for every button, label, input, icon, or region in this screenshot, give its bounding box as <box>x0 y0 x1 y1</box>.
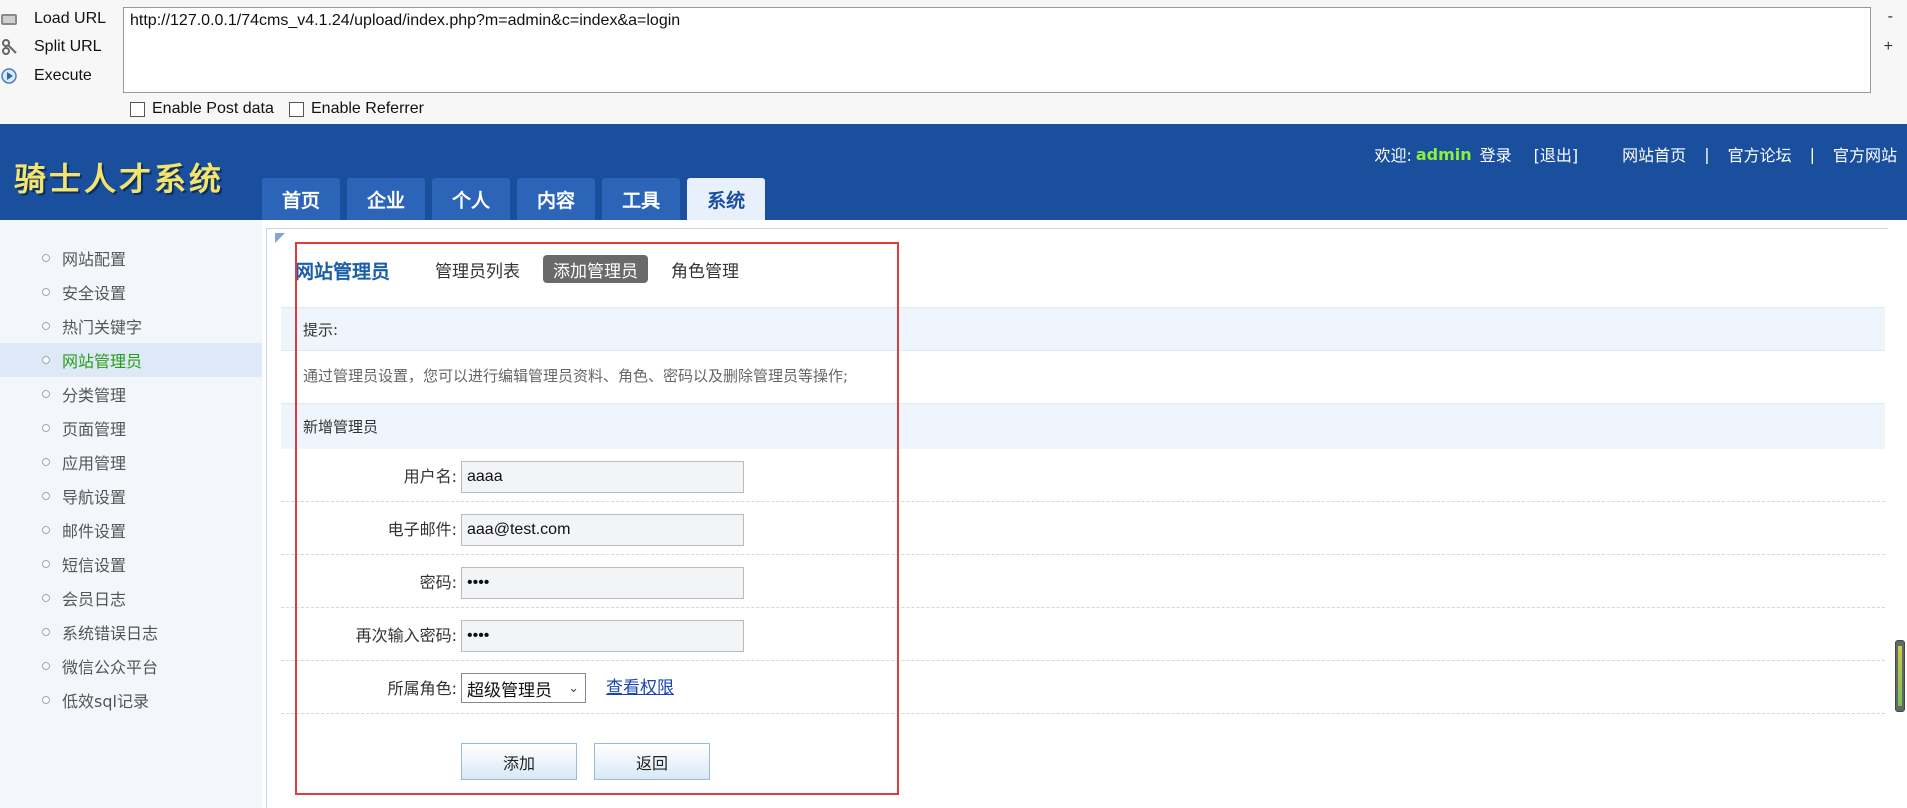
back-button[interactable]: 返回 <box>594 743 710 780</box>
sidebar-item-apps[interactable]: 应用管理 <box>0 445 262 479</box>
bullet-icon <box>42 560 50 568</box>
load-url-icon <box>0 10 18 28</box>
password-input[interactable] <box>461 567 744 599</box>
split-url-icon <box>0 38 18 56</box>
sidebar-item-email[interactable]: 邮件设置 <box>0 513 262 547</box>
logout-link[interactable]: [退出] <box>1534 142 1579 166</box>
official-site-link[interactable]: 官方网站 <box>1833 142 1897 166</box>
view-permissions-link[interactable]: 查看权限 <box>606 673 674 698</box>
sidebar-item-slow-sql[interactable]: 低效sql记录 <box>0 683 262 717</box>
main-content: 网站管理员 管理员列表 添加管理员 角色管理 提示: 通过管理员设置，您可以进行… <box>266 228 1888 808</box>
role-select[interactable]: 超级管理员 ⌄ <box>461 673 586 703</box>
bullet-icon <box>42 322 50 330</box>
bullet-icon <box>42 628 50 636</box>
site-home-link[interactable]: 网站首页 <box>1622 142 1686 166</box>
bullet-icon <box>42 526 50 534</box>
email-label: 电子邮件: <box>387 520 457 539</box>
bullet-icon <box>42 662 50 670</box>
corner-triangle-icon <box>275 233 285 243</box>
site-header: 骑士人才系统 欢迎: admin 登录 [退出] 网站首页 | 官方论坛 | 官… <box>0 124 1907 220</box>
tab-content[interactable]: 内容 <box>517 178 596 220</box>
tab-personal[interactable]: 个人 <box>432 178 511 220</box>
top-nav: 欢迎: admin 登录 [退出] 网站首页 | 官方论坛 | 官方网站 <box>1374 142 1897 166</box>
section-header: 新增管理员 <box>281 403 1885 449</box>
tab-system[interactable]: 系统 <box>687 178 766 220</box>
nav-separator: | <box>1809 144 1815 164</box>
sidebar-item-member-log[interactable]: 会员日志 <box>0 581 262 615</box>
tab-home[interactable]: 首页 <box>262 178 341 220</box>
welcome-text: 欢迎: <box>1374 146 1412 165</box>
bullet-icon <box>42 458 50 466</box>
split-url-button[interactable]: Split URL <box>0 33 115 61</box>
sidebar-item-security[interactable]: 安全设置 <box>0 275 262 309</box>
bullet-icon <box>42 390 50 398</box>
bullet-icon <box>42 594 50 602</box>
sidebar-item-wechat[interactable]: 微信公众平台 <box>0 649 262 683</box>
form-row-email: 电子邮件: <box>281 502 1885 555</box>
hackbar-toolbar: Load URL Split URL Execute - + Enable Po… <box>0 0 1907 124</box>
form-row-role: 所属角色: 超级管理员 ⌄ 查看权限 <box>281 661 1885 714</box>
bullet-icon <box>42 696 50 704</box>
checkbox-box[interactable] <box>130 101 145 117</box>
username-input[interactable] <box>461 461 744 493</box>
password-confirm-label: 再次输入密码: <box>355 626 457 645</box>
tab-tools[interactable]: 工具 <box>602 178 681 220</box>
sidebar-item-category[interactable]: 分类管理 <box>0 377 262 411</box>
form-row-username: 用户名: <box>281 449 1885 502</box>
hint-header: 提示: <box>281 307 1885 351</box>
main-tabs: 首页 企业 个人 内容 工具 系统 <box>262 178 772 220</box>
execute-button[interactable]: Execute <box>0 62 115 90</box>
sidebar-item-error-log[interactable]: 系统错误日志 <box>0 615 262 649</box>
sidebar-item-hot-keywords[interactable]: 热门关键字 <box>0 309 262 343</box>
sidebar-item-pages[interactable]: 页面管理 <box>0 411 262 445</box>
hint-label: 提示: <box>303 320 339 339</box>
enable-referrer-checkbox[interactable]: Enable Referrer <box>289 100 424 118</box>
sidebar-item-site-config[interactable]: 网站配置 <box>0 241 262 275</box>
email-input[interactable] <box>461 514 744 546</box>
chevron-down-icon: ⌄ <box>568 681 579 696</box>
scrollbar-thumb[interactable] <box>1895 640 1905 712</box>
sidebar: 网站配置 安全设置 热门关键字 网站管理员 分类管理 页面管理 应用管理 导航设… <box>0 220 262 808</box>
page-title: 网站管理员 <box>295 261 391 283</box>
password-confirm-input[interactable] <box>461 620 744 652</box>
form-row-password: 密码: <box>281 555 1885 608</box>
bullet-icon <box>42 492 50 500</box>
bullet-icon <box>42 356 50 364</box>
nav-separator: | <box>1704 144 1710 164</box>
bullet-icon <box>42 254 50 262</box>
section-title: 新增管理员 <box>303 418 379 436</box>
bullet-icon <box>42 424 50 432</box>
tab-company[interactable]: 企业 <box>347 178 426 220</box>
add-button[interactable]: 添加 <box>461 743 577 780</box>
hint-text: 通过管理员设置，您可以进行编辑管理员资料、角色、密码以及删除管理员等操作; <box>303 367 849 385</box>
enable-post-checkbox[interactable]: Enable Post data <box>130 100 274 118</box>
execute-icon <box>0 67 18 85</box>
login-link[interactable]: 登录 <box>1480 142 1512 166</box>
forum-link[interactable]: 官方论坛 <box>1728 142 1792 166</box>
sidebar-item-navigation[interactable]: 导航设置 <box>0 479 262 513</box>
subtab-admin-list[interactable]: 管理员列表 <box>425 255 530 283</box>
shrink-button[interactable]: - <box>1888 8 1893 26</box>
sidebar-item-sms[interactable]: 短信设置 <box>0 547 262 581</box>
load-url-button[interactable]: Load URL <box>0 5 115 33</box>
role-selected-value: 超级管理员 <box>467 680 552 701</box>
site-logo: 骑士人才系统 <box>14 160 225 198</box>
username: admin <box>1415 144 1472 164</box>
subtab-add-admin[interactable]: 添加管理员 <box>543 255 648 283</box>
expand-button[interactable]: + <box>1884 38 1893 56</box>
sidebar-item-site-admin[interactable]: 网站管理员 <box>0 343 262 377</box>
role-label: 所属角色: <box>387 679 457 698</box>
username-label: 用户名: <box>403 467 457 486</box>
subtab-role-manage[interactable]: 角色管理 <box>661 255 749 283</box>
bullet-icon <box>42 288 50 296</box>
url-input[interactable] <box>123 7 1871 93</box>
password-label: 密码: <box>419 573 457 592</box>
checkbox-box[interactable] <box>289 101 304 117</box>
form-row-password-confirm: 再次输入密码: <box>281 608 1885 661</box>
